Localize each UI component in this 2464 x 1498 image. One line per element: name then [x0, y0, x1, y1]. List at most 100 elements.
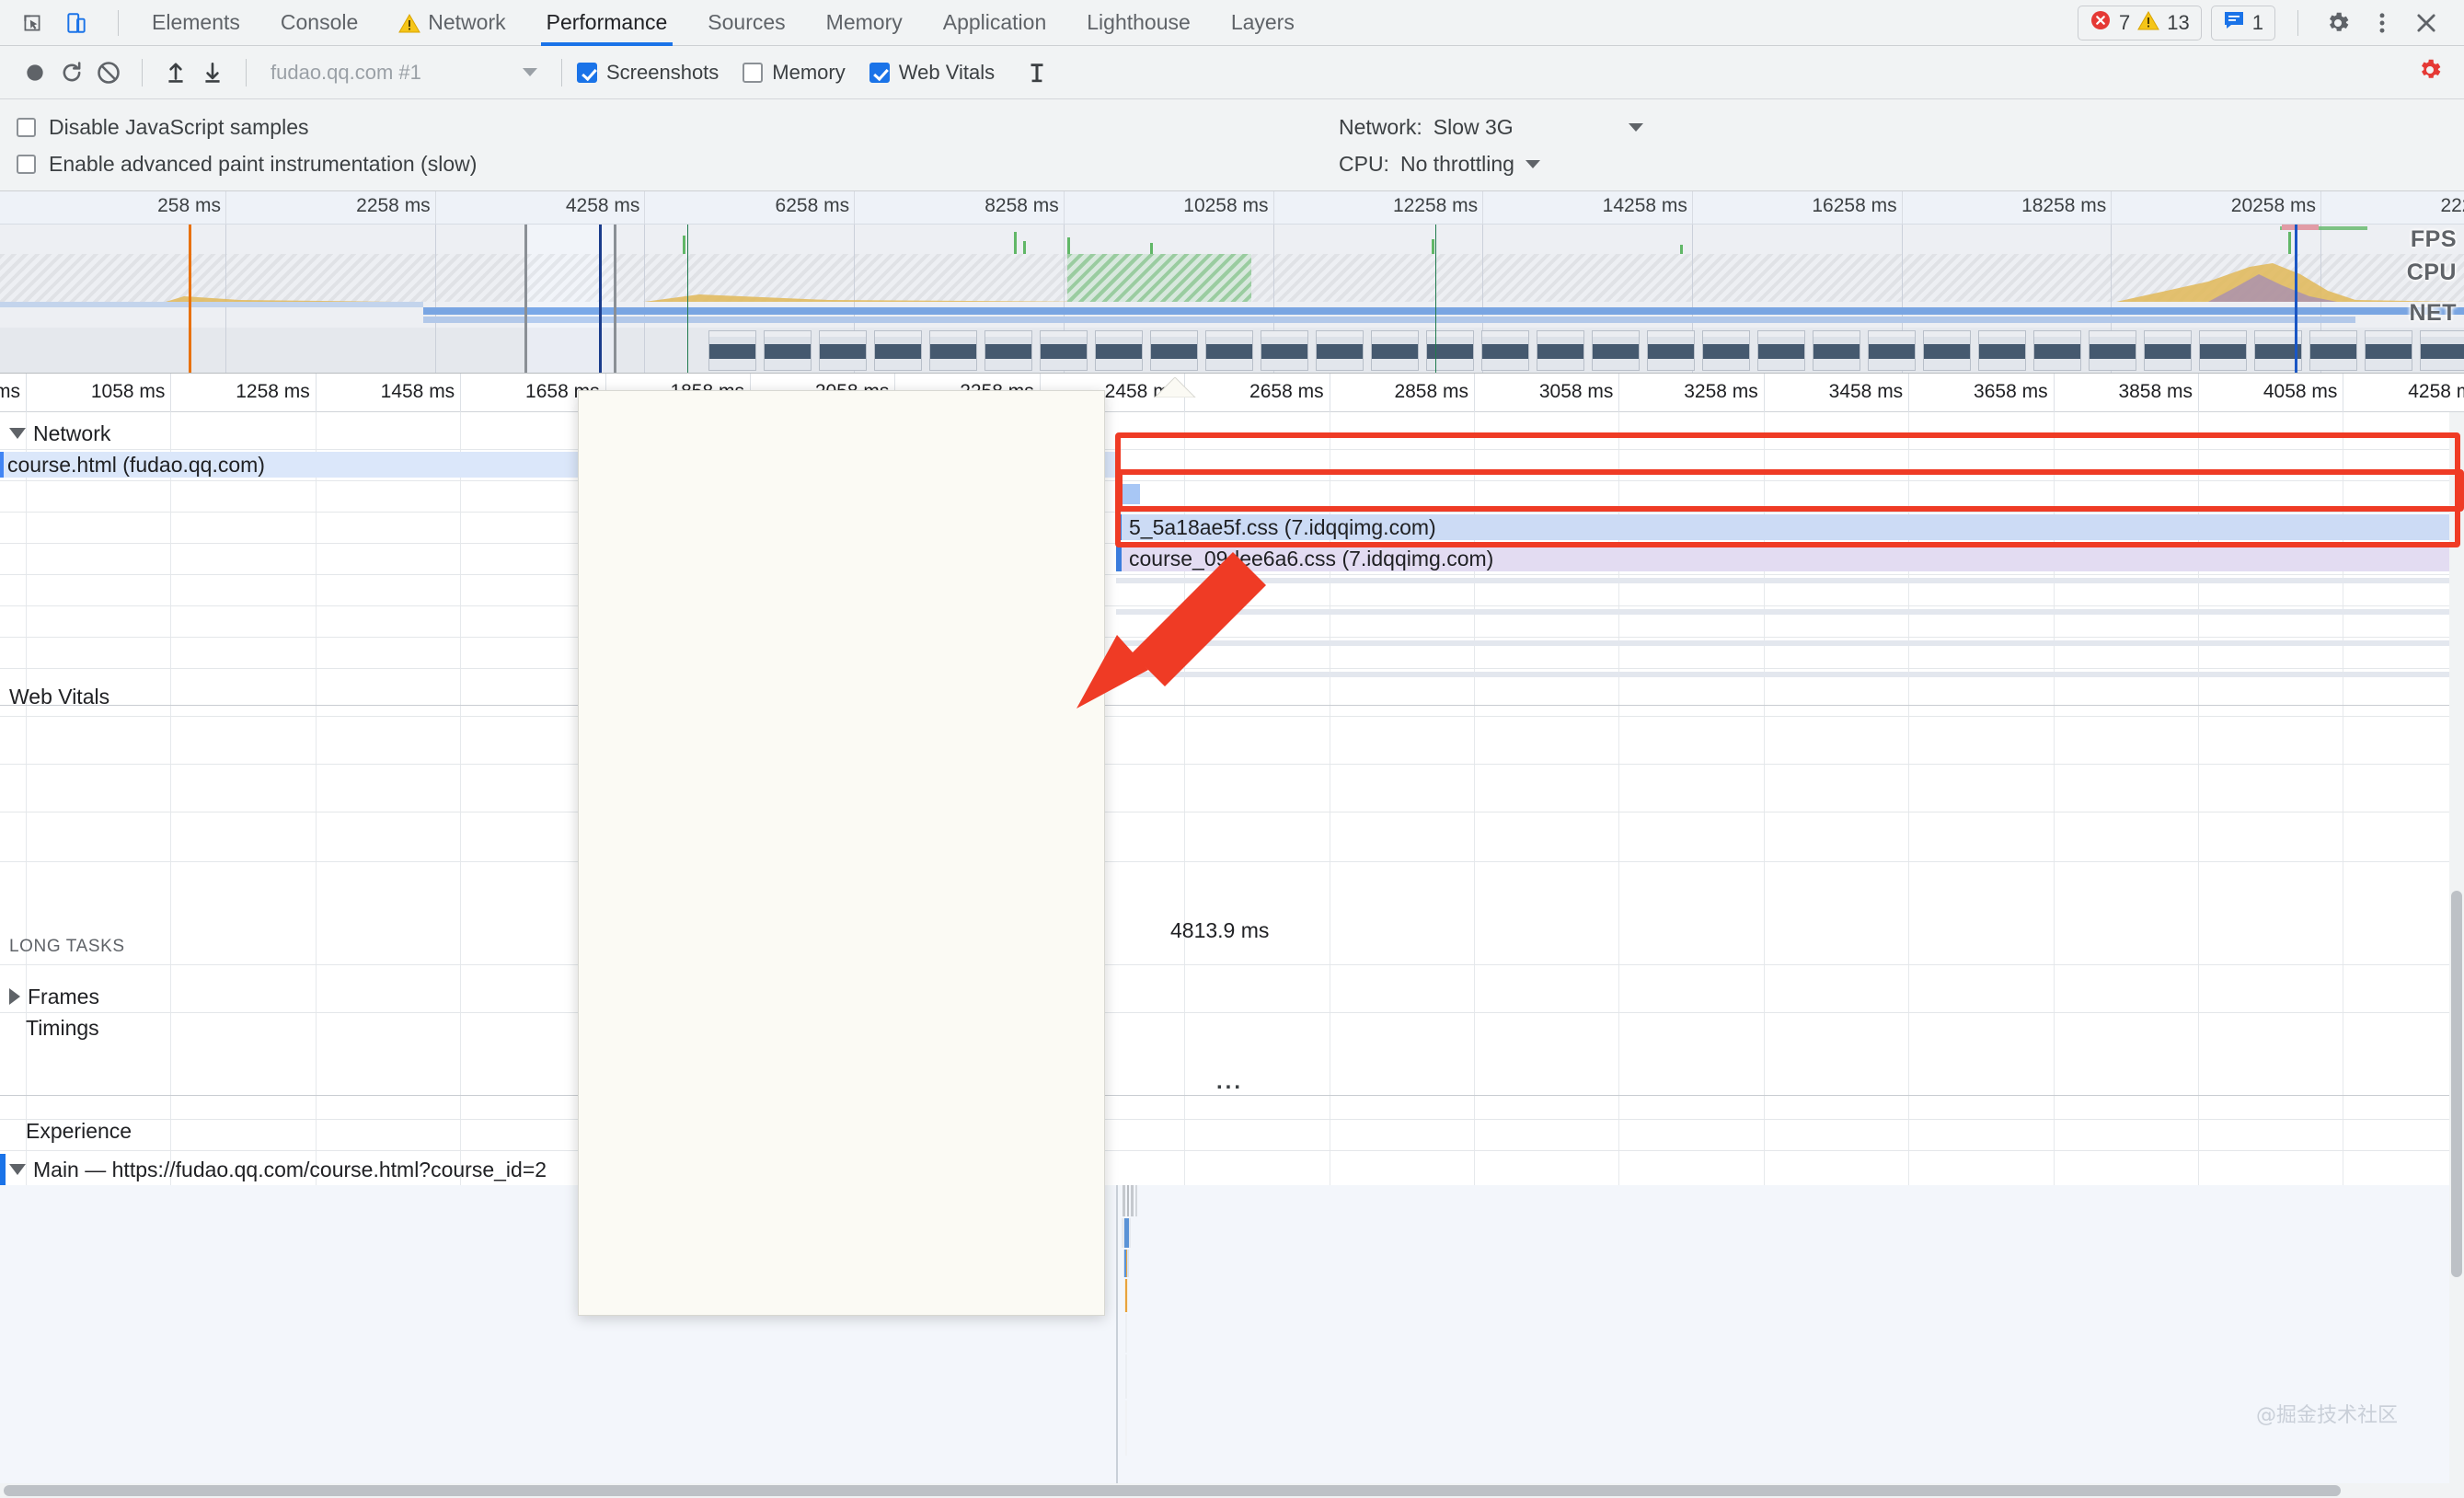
detail-tick: 3858 ms: [2118, 374, 2199, 412]
track-group-main[interactable]: Main — https://fudao.qq.com/course.html?…: [0, 1154, 2464, 1185]
tab-network-label: Network: [428, 10, 506, 34]
tab-network[interactable]: Network: [378, 0, 525, 46]
overview-marker-orange: [189, 225, 191, 373]
tab-console[interactable]: Console: [260, 0, 378, 46]
horizontal-scrollbar-thumb[interactable]: [4, 1485, 2341, 1496]
tab-application[interactable]: Application: [923, 0, 1067, 46]
overview-tick-label: 8258 ms: [984, 195, 1059, 216]
tab-performance-label: Performance: [546, 10, 668, 34]
fps-lane-label: FPS: [2410, 226, 2457, 252]
web-vitals-checkbox[interactable]: Web Vitals: [869, 61, 995, 85]
detail-tick-label: 2858 ms: [1394, 381, 1468, 402]
cpu-throttling-label: CPU:: [1339, 151, 1389, 176]
message-icon: [2223, 10, 2245, 35]
detail-tick-label: 3658 ms: [1974, 381, 2048, 402]
issues-counter-group[interactable]: 7 13: [2078, 5, 2202, 40]
detail-tick-label: 1058 ms: [90, 381, 166, 402]
horizontal-scrollbar[interactable]: [0, 1483, 2464, 1498]
flame-chart-tracks[interactable]: Network course.html (fudao.qq.com) 5_5a1…: [0, 412, 2464, 1498]
main-group-label: Main — https://fudao.qq.com/course.html?…: [33, 1157, 547, 1181]
main-flame-chart[interactable]: [0, 1185, 2464, 1498]
overview-tick-label: 14258 ms: [1602, 195, 1687, 216]
panel-tabs: Elements Console Network Performance Sou…: [132, 0, 1315, 46]
network-throttling-label: Network:: [1339, 114, 1422, 139]
device-toolbar-icon[interactable]: [61, 7, 92, 39]
memory-label: Memory: [772, 60, 846, 84]
track-group-network[interactable]: Network: [0, 418, 2464, 449]
network-throttling-row: Network: Slow 3G: [1339, 109, 1643, 145]
capture-options: Disable JavaScript samples Enable advanc…: [17, 109, 477, 182]
record-button[interactable]: [17, 54, 53, 91]
memory-checkbox[interactable]: Memory: [743, 60, 846, 85]
detail-tick: 1458 ms: [381, 374, 462, 412]
save-profile-icon[interactable]: [194, 54, 231, 91]
tab-elements[interactable]: Elements: [132, 0, 260, 46]
devtools-tab-bar: Elements Console Network Performance Sou…: [0, 0, 2464, 46]
messages-counter-group[interactable]: 1: [2210, 5, 2275, 40]
detail-timeline-ruler[interactable]: 858 ms1058 ms1258 ms1458 ms1658 ms1858 m…: [0, 374, 2464, 412]
trash-icon[interactable]: [1019, 54, 1055, 91]
chevron-down-icon[interactable]: [1525, 159, 1540, 168]
experience-label: Experience: [26, 1119, 132, 1143]
network-request-row[interactable]: course.html (fudao.qq.com): [0, 449, 2464, 480]
cpu-throttling-value[interactable]: No throttling: [1400, 152, 1514, 177]
long-tasks-label: LONG TASKS: [9, 937, 125, 956]
web-vitals-label: Web Vitals: [898, 60, 996, 84]
network-group-label: Network: [33, 421, 111, 445]
tab-layers-label: Layers: [1230, 10, 1295, 34]
detail-tick-label: 1258 ms: [236, 381, 310, 402]
timings-label: Timings: [26, 1016, 99, 1040]
devtools-settings-icon[interactable]: [2416, 56, 2464, 88]
track-group-frames[interactable]: Frames: [0, 981, 2464, 1012]
detail-tick-label: 2658 ms: [1249, 381, 1324, 402]
detail-tick: 3258 ms: [1684, 374, 1765, 412]
toolbar-divider: [118, 9, 119, 36]
overview-tick-label: 10258 ms: [1183, 195, 1269, 216]
network-request-row[interactable]: 5_5a18ae5f.css (7.idqqimg.com): [0, 512, 2464, 543]
detail-tick: 2858 ms: [1394, 374, 1475, 412]
chevron-down-icon: [9, 428, 26, 439]
overview-dim-right: [616, 225, 2464, 373]
tab-layers[interactable]: Layers: [1211, 0, 1315, 46]
inspect-element-icon[interactable]: [17, 7, 48, 39]
vertical-scrollbar[interactable]: [2449, 412, 2464, 1483]
tab-memory[interactable]: Memory: [806, 0, 923, 46]
tab-performance[interactable]: Performance: [526, 0, 688, 46]
tab-memory-label: Memory: [825, 10, 903, 34]
overview-marker-blue: [599, 225, 602, 373]
kebab-menu-icon[interactable]: [2365, 6, 2400, 40]
site-watermark: @掘金技术社区: [2256, 1404, 2399, 1427]
overview-tick-label: 12258 ms: [1392, 195, 1479, 216]
recording-target-select[interactable]: fudao.qq.com #1: [261, 61, 547, 85]
gear-icon[interactable]: [2320, 6, 2355, 40]
overview-tick-label: 4258 ms: [565, 195, 640, 216]
timeline-overview[interactable]: 258 ms 2258 ms 4258 ms 6258 ms 8258 ms 10258 …: [0, 191, 2464, 374]
overview-selection-window[interactable]: [524, 225, 616, 373]
network-overflow-marker[interactable]: ...: [1216, 1069, 1243, 1095]
tab-lighthouse[interactable]: Lighthouse: [1066, 0, 1211, 46]
clear-recording-icon[interactable]: [90, 54, 127, 91]
chevron-down-icon: [523, 68, 537, 76]
close-icon[interactable]: [2409, 6, 2444, 40]
chevron-down-icon[interactable]: [1628, 122, 1643, 132]
tab-sources[interactable]: Sources: [687, 0, 805, 46]
screenshots-checkbox[interactable]: Screenshots: [577, 61, 719, 85]
disable-js-samples-label: Disable JavaScript samples: [49, 114, 309, 139]
disable-js-samples-option[interactable]: Disable JavaScript samples: [17, 109, 477, 145]
capture-settings-pane: Disable JavaScript samples Enable advanc…: [0, 99, 2464, 191]
load-profile-icon[interactable]: [157, 54, 194, 91]
vertical-scrollbar-thumb[interactable]: [2451, 891, 2462, 1277]
cpu-lane-label: CPU: [2406, 259, 2457, 285]
advanced-paint-option[interactable]: Enable advanced paint instrumentation (s…: [17, 145, 477, 182]
detail-tick-label: 1458 ms: [380, 381, 455, 402]
checkbox-box: [743, 62, 764, 83]
network-throttling-value[interactable]: Slow 3G: [1433, 115, 1618, 140]
cpu-throttling-row: CPU: No throttling: [1339, 145, 1643, 182]
reload-and-record-icon[interactable]: [53, 54, 90, 91]
overview-tick-label: 2258 ms: [356, 195, 431, 216]
checkbox-box: [17, 154, 36, 174]
warning-count: 13: [2167, 10, 2190, 34]
network-partial-bar: [1116, 484, 1140, 504]
network-request-row[interactable]: course_09dee6a6.css (7.idqqimg.com): [0, 543, 2464, 574]
web-vitals-label: Web Vitals: [9, 685, 110, 709]
